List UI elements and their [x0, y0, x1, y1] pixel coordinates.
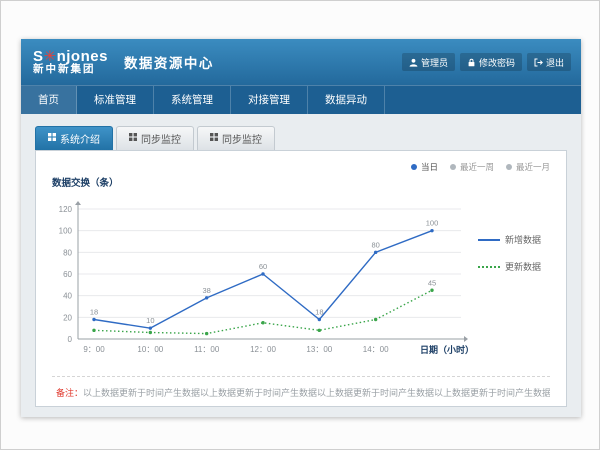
svg-text:100: 100 [59, 227, 73, 236]
svg-text:60: 60 [259, 262, 267, 271]
app-window: S✳njones 新中新集团 数据资源中心 管理员 修改密码 退出 [21, 39, 581, 417]
brand-logo: S✳njones 新中新集团 [33, 49, 108, 76]
svg-text:100: 100 [426, 219, 439, 228]
page-frame: S✳njones 新中新集团 数据资源中心 管理员 修改密码 退出 [0, 0, 600, 450]
legend-dot [506, 164, 512, 170]
footnote: 备注：以上数据更新于时间产生数据以上数据更新于时间产生数据以上数据更新于时间产生… [52, 376, 550, 399]
chart-row: 0 20 40 60 80 100 120 9：00 10：00 11：00 12：00 13：00 1… [36, 191, 566, 374]
svg-text:38: 38 [202, 286, 210, 295]
logout-icon [534, 58, 543, 67]
svg-text:12：00: 12：00 [250, 345, 276, 354]
svg-text:120: 120 [59, 205, 73, 214]
svg-text:日期（小时）: 日期（小时） [420, 344, 474, 355]
svg-text:80: 80 [63, 248, 72, 257]
line-chart: 0 20 40 60 80 100 120 9：00 10：00 11：00 12：00 13：00 1… [36, 191, 478, 374]
svg-text:11：00: 11：00 [194, 345, 220, 354]
svg-text:18: 18 [315, 308, 323, 317]
svg-text:9：00: 9：00 [83, 345, 105, 354]
tab-sync-monitor-1[interactable]: 同步监控 [116, 126, 194, 150]
svg-text:10：00: 10：00 [137, 345, 163, 354]
main-nav: 首页 标准管理 系统管理 对接管理 数据异动 [21, 85, 581, 114]
svg-text:13：00: 13：00 [306, 345, 332, 354]
nav-item-standards[interactable]: 标准管理 [77, 86, 154, 114]
grid-icon [210, 133, 218, 144]
tab-system-intro[interactable]: 系统介绍 [35, 126, 113, 150]
range-option-last-month[interactable]: 最近一月 [506, 161, 550, 173]
page-title: 数据资源中心 [124, 52, 214, 72]
range-option-today[interactable]: 当日 [411, 161, 438, 173]
svg-text:10: 10 [146, 316, 154, 325]
range-legend: 当日 最近一周 最近一月 [411, 161, 550, 173]
legend-item-updated-data[interactable]: 更新数据 [478, 260, 541, 273]
tab-bar: 系统介绍 同步监控 同步监控 [35, 126, 567, 150]
svg-text:0: 0 [68, 335, 73, 344]
logout-button[interactable]: 退出 [527, 53, 571, 71]
legend-item-new-data[interactable]: 新增数据 [478, 233, 541, 246]
grid-icon [129, 133, 137, 144]
range-option-last-week[interactable]: 最近一周 [450, 161, 494, 173]
grid-icon [48, 133, 56, 144]
nav-item-system[interactable]: 系统管理 [154, 86, 231, 114]
user-icon [409, 58, 418, 67]
chart-panel: 当日 最近一周 最近一月 数据交换（条） 0 20 40 60 80 100 120 9：00… [35, 150, 567, 407]
svg-text:80: 80 [371, 240, 379, 249]
nav-item-home[interactable]: 首页 [21, 86, 77, 114]
y-axis-title: 数据交换（条） [52, 175, 566, 189]
series-legend: 新增数据 更新数据 [478, 233, 541, 374]
lock-icon [467, 58, 476, 67]
legend-dot [411, 164, 417, 170]
nav-item-data-changes[interactable]: 数据异动 [308, 86, 385, 114]
content-area: 系统介绍 同步监控 同步监控 当日 最近一周 最近一月 数据交换（条） [21, 114, 581, 407]
legend-dot [450, 164, 456, 170]
svg-text:45: 45 [428, 278, 436, 287]
legend-line-sample [478, 266, 500, 268]
footnote-prefix: 备注： [56, 388, 83, 398]
app-header: S✳njones 新中新集团 数据资源中心 管理员 修改密码 退出 [21, 39, 581, 85]
change-password-button[interactable]: 修改密码 [460, 53, 522, 71]
svg-text:20: 20 [63, 313, 72, 322]
svg-text:14：00: 14：00 [363, 345, 389, 354]
brand-logo-wordmark: S✳njones [33, 49, 108, 65]
svg-text:60: 60 [63, 270, 72, 279]
nav-item-integration[interactable]: 对接管理 [231, 86, 308, 114]
legend-line-sample [478, 239, 500, 241]
tab-sync-monitor-2[interactable]: 同步监控 [197, 126, 275, 150]
svg-text:18: 18 [90, 308, 98, 317]
brand-logo-cn: 新中新集团 [33, 64, 108, 75]
header-actions: 管理员 修改密码 退出 [402, 53, 571, 71]
user-button[interactable]: 管理员 [402, 53, 455, 71]
svg-text:40: 40 [63, 292, 72, 301]
